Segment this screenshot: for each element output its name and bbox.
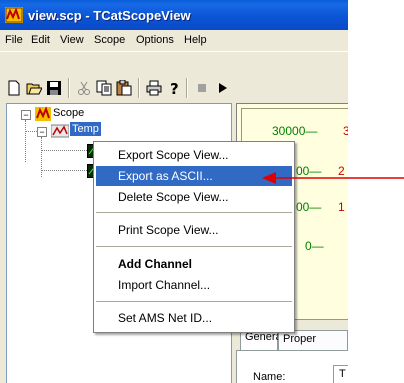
menu-scope[interactable]: Scope — [94, 34, 125, 46]
save-icon[interactable] — [46, 80, 62, 96]
toolbar: ? — [0, 51, 348, 100]
menu-edit[interactable]: Edit — [31, 34, 50, 46]
print-icon[interactable] — [146, 80, 162, 96]
menu-bar: File Edit View Scope Options Help — [0, 30, 348, 51]
y-tick-label: 00— — [296, 200, 322, 214]
name-label: Name: — [253, 371, 286, 383]
scope-view-icon — [51, 124, 69, 138]
toolbar-separator — [68, 78, 70, 98]
new-icon[interactable] — [6, 80, 22, 96]
toolbar-separator — [186, 78, 188, 98]
menu-options[interactable]: Options — [136, 34, 174, 46]
menu-item-import-channel[interactable]: Import Channel... — [96, 275, 292, 295]
play-icon[interactable] — [214, 80, 230, 96]
app-icon — [5, 7, 23, 23]
paste-icon[interactable] — [116, 80, 132, 96]
svg-text:?: ? — [170, 80, 179, 96]
open-icon[interactable] — [26, 80, 42, 96]
tree-line — [25, 131, 37, 132]
menu-item-add-channel[interactable]: Add Channel — [96, 254, 292, 274]
title-bar[interactable]: view.scp - TCatScopeView — [0, 0, 348, 30]
y-tick-label-right: 3 — [343, 124, 348, 138]
menu-separator — [96, 301, 292, 302]
tab-properties[interactable]: Proper — [278, 330, 348, 350]
tree-line — [41, 137, 42, 177]
stop-icon[interactable] — [194, 80, 210, 96]
y-tick-label: 0— — [305, 239, 324, 253]
window-title: view.scp - TCatScopeView — [28, 8, 191, 23]
properties-content: Name: T — [236, 350, 348, 383]
menu-item-export-scope-view[interactable]: Export Scope View... — [96, 145, 292, 165]
menu-item-set-ams-net-id[interactable]: Set AMS Net ID... — [96, 308, 292, 328]
menu-separator — [96, 246, 292, 247]
menu-help[interactable]: Help — [184, 34, 207, 46]
name-value: T — [339, 368, 346, 380]
y-tick-label: 30000— — [272, 124, 318, 138]
menu-item-delete-scope-view[interactable]: Delete Scope View... — [96, 187, 292, 207]
collapse-icon[interactable]: − — [21, 110, 31, 120]
menu-separator — [96, 212, 292, 213]
name-field[interactable]: T — [333, 365, 348, 383]
menu-item-print-scope-view[interactable]: Print Scope View... — [96, 220, 292, 240]
tree-item-scope[interactable]: Scope — [53, 107, 84, 119]
menu-view[interactable]: View — [60, 34, 84, 46]
scope-icon — [35, 106, 51, 121]
copy-icon[interactable] — [96, 80, 112, 96]
cut-icon[interactable] — [76, 80, 92, 96]
help-icon[interactable]: ? — [166, 80, 182, 96]
tree-line — [41, 170, 87, 171]
tree-line — [25, 120, 26, 162]
annotation-arrow-icon — [262, 172, 404, 184]
collapse-icon[interactable]: − — [37, 127, 47, 137]
toolbar-separator — [138, 78, 140, 98]
tree-item-temp[interactable]: Temp — [70, 122, 101, 136]
tree-line — [41, 150, 87, 151]
y-tick-label-right: 1 — [338, 200, 345, 214]
menu-file[interactable]: File — [5, 34, 23, 46]
